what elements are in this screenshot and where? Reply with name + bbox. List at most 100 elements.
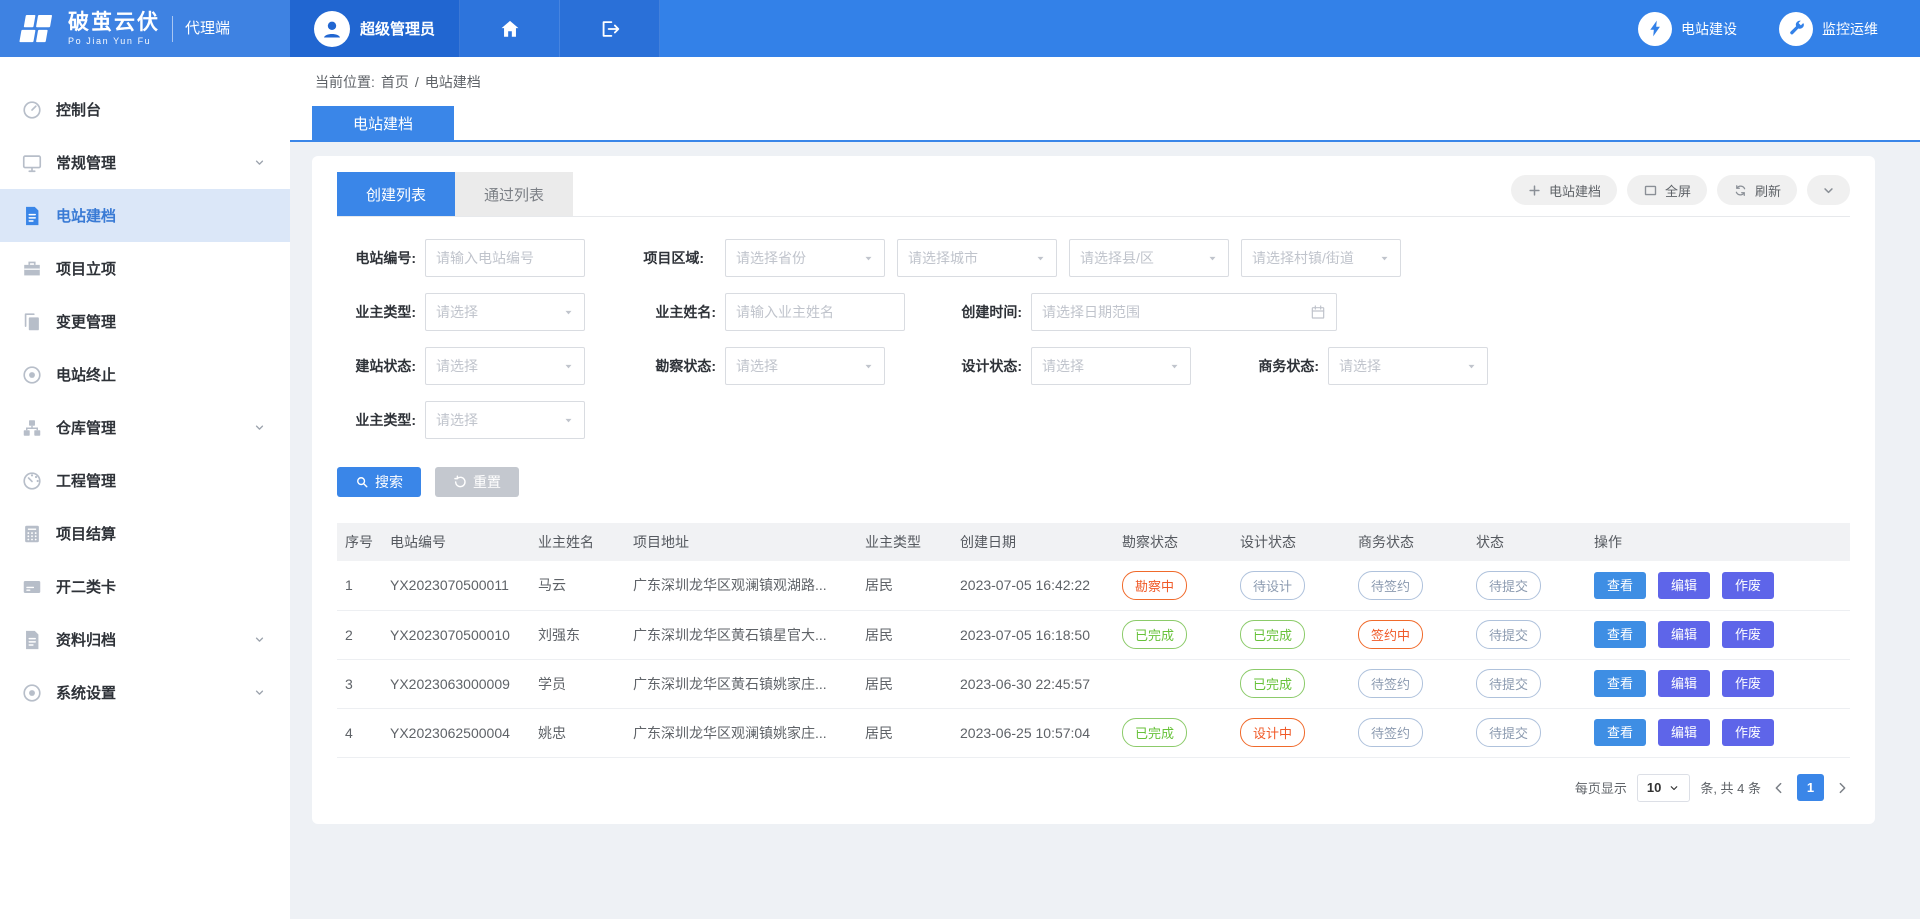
copy-icon <box>21 311 43 333</box>
sidebar-item-station-archive[interactable]: 电站建档 <box>0 189 290 242</box>
logout-icon <box>599 18 621 40</box>
column-header: 商务状态 <box>1350 523 1468 561</box>
refresh-button[interactable]: 刷新 <box>1717 175 1797 205</box>
logout-button[interactable] <box>560 0 660 57</box>
filter-form: 电站编号: 项目区域: 请选择省份 请选择城市 请选择县/区 请选择村镇/ <box>337 217 1850 441</box>
user-icon <box>320 17 344 41</box>
breadcrumb-home-link[interactable]: 首页 <box>381 72 409 92</box>
city-select[interactable]: 请选择城市 <box>897 239 1057 277</box>
new-station-button[interactable]: 电站建档 <box>1511 175 1617 205</box>
total-count-label: 条, 共 4 条 <box>1700 778 1761 797</box>
card-icon <box>21 576 43 598</box>
caret-down-icon <box>563 307 574 318</box>
business-status-select[interactable]: 请选择 <box>1328 347 1488 385</box>
quick-link-monitor-ops[interactable]: 监控运维 <box>1779 12 1878 46</box>
province-select[interactable]: 请选择省份 <box>725 239 885 277</box>
panel-tabs: 创建列表通过列表 <box>337 172 573 216</box>
sidebar-item-project-initiation[interactable]: 项目立项 <box>0 242 290 295</box>
view-button[interactable]: 查看 <box>1594 719 1646 746</box>
caret-down-icon <box>1207 253 1218 264</box>
owner-type2-select[interactable]: 请选择 <box>425 401 585 439</box>
column-header: 序号 <box>337 523 382 561</box>
build-status-select[interactable]: 请选择 <box>425 347 585 385</box>
void-button[interactable]: 作废 <box>1722 719 1774 746</box>
quick-link-station-build[interactable]: 电站建设 <box>1638 12 1737 46</box>
file-icon <box>21 629 43 651</box>
owner-name-input-wrap <box>725 293 905 331</box>
owner-name-input[interactable] <box>736 304 894 320</box>
create-time-label: 创建时间: <box>943 302 1031 322</box>
sidebar-item-console[interactable]: 控制台 <box>0 83 290 136</box>
view-button[interactable]: 查看 <box>1594 670 1646 697</box>
edit-button[interactable]: 编辑 <box>1658 572 1710 599</box>
edit-button[interactable]: 编辑 <box>1658 621 1710 648</box>
view-button[interactable]: 查看 <box>1594 572 1646 599</box>
status-badge: 已完成 <box>1240 620 1305 649</box>
home-button[interactable] <box>460 0 560 57</box>
date-range-picker[interactable]: 请选择日期范围 <box>1031 293 1337 331</box>
user-menu[interactable]: 超级管理员 <box>290 0 460 57</box>
tab-passed-list[interactable]: 通过列表 <box>455 172 573 216</box>
edit-button[interactable]: 编辑 <box>1658 670 1710 697</box>
caret-down-icon <box>1035 253 1046 264</box>
sidebar-item-project-settlement[interactable]: 项目结算 <box>0 507 290 560</box>
wrench-icon <box>1787 19 1806 38</box>
brand-logo-icon <box>16 11 58 47</box>
table-row: 3YX2023063000009学员广东深圳龙华区黄石镇姚家庄...居民2023… <box>337 659 1850 708</box>
current-page-button[interactable]: 1 <box>1797 774 1824 801</box>
column-header: 电站编号 <box>382 523 530 561</box>
brand: 破茧云伏 Po Jian Yun Fu 代理端 <box>0 0 290 57</box>
design-status-select[interactable]: 请选择 <box>1031 347 1191 385</box>
page-tab-station-archive[interactable]: 电站建档 <box>312 106 454 140</box>
page-size-select[interactable]: 10 <box>1637 774 1690 802</box>
sidebar-item-system-settings[interactable]: 系统设置 <box>0 666 290 719</box>
county-select[interactable]: 请选择县/区 <box>1069 239 1229 277</box>
status-badge: 待签约 <box>1358 669 1423 698</box>
topbar: 破茧云伏 Po Jian Yun Fu 代理端 超级管理员 电站建设 监控运维 <box>0 0 1920 57</box>
status-badge: 待提交 <box>1476 669 1541 698</box>
status-badge: 待提交 <box>1476 718 1541 747</box>
sidebar-item-engineering-mgmt[interactable]: 工程管理 <box>0 454 290 507</box>
table-row: 2YX2023070500010刘强东广东深圳龙华区黄石镇星官大...居民202… <box>337 610 1850 659</box>
survey-status-select[interactable]: 请选择 <box>725 347 885 385</box>
caret-down-icon <box>1466 361 1477 372</box>
sidebar-item-type2-card[interactable]: 开二类卡 <box>0 560 290 613</box>
void-button[interactable]: 作废 <box>1722 572 1774 599</box>
breadcrumb-separator: / <box>415 74 419 90</box>
tab-create-list[interactable]: 创建列表 <box>337 172 455 216</box>
station-no-input[interactable] <box>436 250 574 266</box>
sidebar-item-data-archive[interactable]: 资料归档 <box>0 613 290 666</box>
fullscreen-button[interactable]: 全屏 <box>1627 175 1707 205</box>
status-badge: 勘察中 <box>1122 571 1187 600</box>
sidebar-item-change-mgmt[interactable]: 变更管理 <box>0 295 290 348</box>
user-name: 超级管理员 <box>360 18 435 39</box>
search-icon <box>355 475 369 489</box>
reset-icon <box>453 475 467 489</box>
collapse-button[interactable] <box>1807 175 1850 205</box>
prev-page-button[interactable] <box>1771 780 1787 796</box>
void-button[interactable]: 作废 <box>1722 621 1774 648</box>
reset-button[interactable]: 重置 <box>435 467 519 497</box>
search-button[interactable]: 搜索 <box>337 467 421 497</box>
town-select[interactable]: 请选择村镇/街道 <box>1241 239 1401 277</box>
next-page-button[interactable] <box>1834 780 1850 796</box>
owner-type-select[interactable]: 请选择 <box>425 293 585 331</box>
chevron-down-icon <box>1668 782 1680 794</box>
sidebar-item-general-mgmt[interactable]: 常规管理 <box>0 136 290 189</box>
caret-down-icon <box>1169 361 1180 372</box>
edit-button[interactable]: 编辑 <box>1658 719 1710 746</box>
void-button[interactable]: 作废 <box>1722 670 1774 697</box>
plus-icon <box>1527 183 1542 198</box>
refresh-icon <box>1733 183 1748 198</box>
view-button[interactable]: 查看 <box>1594 621 1646 648</box>
column-header: 项目地址 <box>625 523 857 561</box>
sidebar-item-station-termination[interactable]: 电站终止 <box>0 348 290 401</box>
owner-name-label: 业主姓名: <box>637 302 725 322</box>
sidebar: 控制台常规管理电站建档项目立项变更管理电站终止仓库管理工程管理项目结算开二类卡资… <box>0 57 290 919</box>
file-icon <box>21 205 43 227</box>
breadcrumb-prefix: 当前位置: <box>315 72 375 92</box>
fullscreen-icon <box>1643 183 1658 198</box>
sidebar-item-warehouse-mgmt[interactable]: 仓库管理 <box>0 401 290 454</box>
record-icon <box>21 364 43 386</box>
owner-type2-label: 业主类型: <box>337 410 425 430</box>
